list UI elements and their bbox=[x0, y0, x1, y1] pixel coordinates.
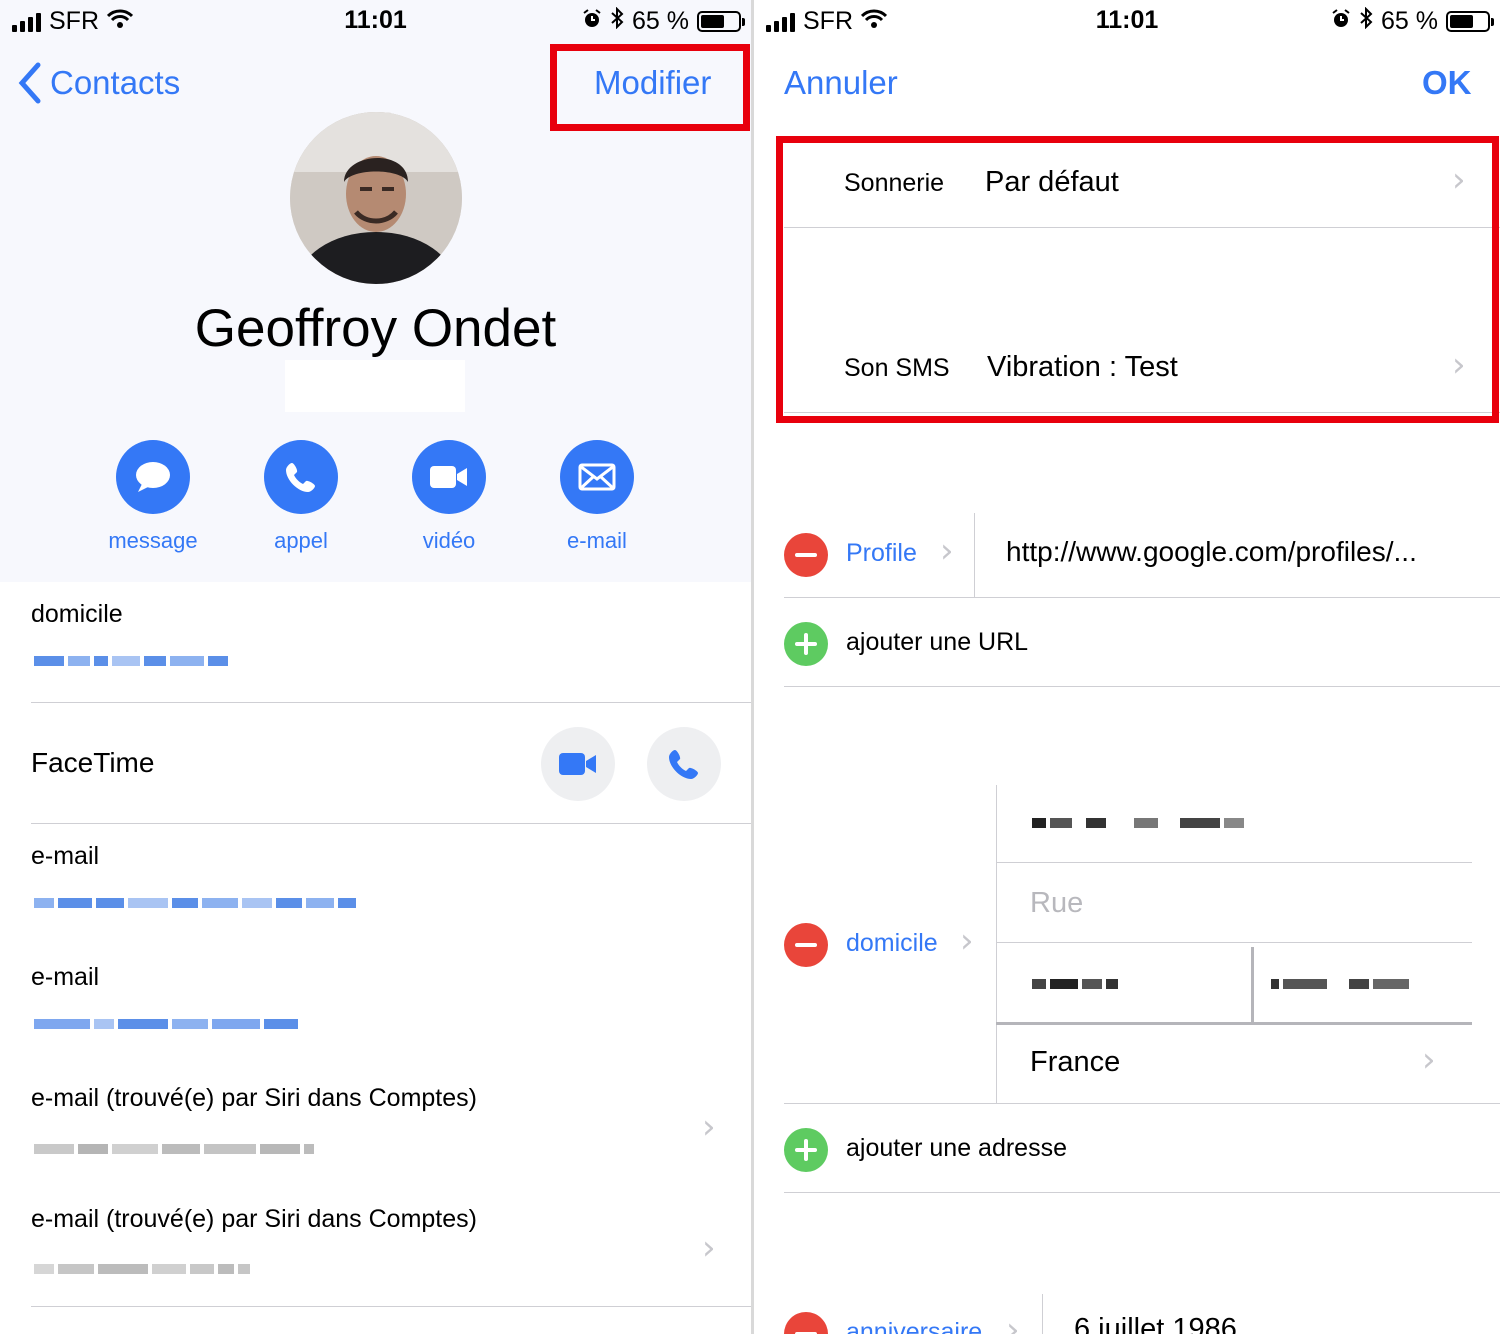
video-label: vidéo bbox=[422, 528, 476, 553]
home-phone-redacted[interactable] bbox=[34, 650, 228, 672]
phone-icon bbox=[286, 463, 315, 492]
add-address-button[interactable] bbox=[784, 1128, 828, 1172]
delete-birthday-button[interactable] bbox=[784, 1312, 828, 1334]
alarm-icon bbox=[1331, 7, 1351, 36]
email-value-redacted[interactable] bbox=[34, 1013, 298, 1035]
url-field[interactable]: http://www.google.com/profiles/... bbox=[1006, 536, 1417, 568]
address-line-redacted[interactable] bbox=[1032, 812, 1244, 834]
chevron-right-icon[interactable]: › bbox=[702, 1107, 716, 1147]
contact-name: Geoffroy Ondet bbox=[194, 299, 557, 358]
chevron-left-icon bbox=[18, 62, 41, 104]
chevron-right-icon[interactable]: › bbox=[702, 1228, 716, 1268]
separator bbox=[974, 513, 975, 597]
back-label: Contacts bbox=[50, 64, 181, 101]
separator bbox=[784, 686, 1500, 687]
url-type-label[interactable]: Profile bbox=[846, 539, 917, 568]
message-icon bbox=[136, 462, 170, 492]
email-label: e-mail bbox=[31, 963, 100, 991]
bluetooth-icon bbox=[1359, 6, 1373, 36]
contact-edit-screen: SFR 11:01 65 % Annuler OK Sonnerie Par d… bbox=[751, 0, 1500, 1334]
siri-email-redacted[interactable] bbox=[34, 1258, 250, 1280]
separator bbox=[996, 1022, 1472, 1025]
chevron-right-icon[interactable]: › bbox=[960, 921, 974, 961]
call-action[interactable]: appel bbox=[236, 440, 366, 554]
email-label: e-mail bbox=[31, 842, 100, 870]
facetime-label: FaceTime bbox=[31, 747, 155, 778]
birthday-type-label[interactable]: anniversaire bbox=[846, 1318, 982, 1334]
contact-detail-screen: SFR 11:01 65 % Contacts Modifier Geoffro… bbox=[0, 0, 751, 1334]
facetime-audio-button[interactable] bbox=[647, 727, 721, 801]
alarm-icon bbox=[582, 7, 602, 36]
country-field[interactable]: France bbox=[1030, 1046, 1120, 1079]
separator bbox=[996, 785, 997, 1103]
postcode-redacted[interactable] bbox=[1032, 973, 1118, 995]
battery-icon bbox=[1446, 11, 1494, 32]
street-field[interactable]: Rue bbox=[1030, 887, 1083, 920]
separator bbox=[784, 1103, 1500, 1104]
separator bbox=[1042, 1294, 1043, 1334]
battery-percent: 65 % bbox=[632, 7, 689, 35]
mail-icon bbox=[578, 463, 616, 491]
message-action[interactable]: message bbox=[88, 440, 218, 554]
separator bbox=[1251, 947, 1254, 1023]
chevron-right-icon[interactable]: › bbox=[1006, 1310, 1020, 1334]
separator bbox=[784, 1192, 1500, 1193]
birthday-field[interactable]: 6 juillet 1986 bbox=[1074, 1313, 1237, 1334]
city-redacted[interactable] bbox=[1271, 973, 1409, 995]
home-label: domicile bbox=[31, 600, 123, 628]
video-icon bbox=[430, 466, 467, 488]
separator bbox=[31, 702, 751, 703]
battery-percent: 65 % bbox=[1381, 7, 1438, 35]
delete-address-button[interactable] bbox=[784, 923, 828, 967]
chevron-right-icon[interactable]: › bbox=[1422, 1040, 1436, 1080]
back-button[interactable]: Contacts bbox=[18, 62, 180, 104]
siri-email-label: e-mail (trouvé(e) par Siri dans Comptes) bbox=[31, 1084, 477, 1112]
add-url-label[interactable]: ajouter une URL bbox=[846, 628, 1028, 657]
email-value-redacted[interactable] bbox=[34, 892, 356, 914]
status-bar: SFR 11:01 65 % bbox=[0, 0, 751, 42]
avatar bbox=[290, 112, 462, 284]
chevron-right-icon[interactable]: › bbox=[940, 531, 954, 571]
facetime-video-button[interactable] bbox=[541, 727, 615, 801]
phone-icon bbox=[669, 750, 698, 779]
mail-label: e-mail bbox=[567, 528, 627, 553]
contact-subtitle-redacted bbox=[285, 360, 465, 412]
cancel-button[interactable]: Annuler bbox=[784, 64, 898, 102]
address-type-label[interactable]: domicile bbox=[846, 929, 938, 958]
separator bbox=[996, 942, 1472, 943]
mail-action[interactable]: e-mail bbox=[532, 440, 662, 554]
siri-email-label: e-mail (trouvé(e) par Siri dans Comptes) bbox=[31, 1205, 477, 1233]
call-label: appel bbox=[274, 528, 328, 553]
highlight-box bbox=[550, 44, 750, 131]
video-icon bbox=[559, 753, 596, 775]
message-label: message bbox=[108, 528, 198, 553]
add-address-label[interactable]: ajouter une adresse bbox=[846, 1134, 1067, 1163]
separator bbox=[784, 597, 1500, 598]
separator bbox=[31, 823, 751, 824]
video-action[interactable]: vidéo bbox=[384, 440, 514, 554]
separator bbox=[996, 862, 1472, 863]
separator bbox=[31, 1306, 751, 1307]
status-bar: SFR 11:01 65 % bbox=[754, 0, 1500, 42]
bluetooth-icon bbox=[610, 6, 624, 36]
add-url-button[interactable] bbox=[784, 622, 828, 666]
delete-url-button[interactable] bbox=[784, 533, 828, 577]
siri-email-redacted[interactable] bbox=[34, 1138, 314, 1160]
highlight-box bbox=[776, 136, 1499, 423]
battery-icon bbox=[697, 11, 745, 32]
ok-button[interactable]: OK bbox=[1422, 64, 1472, 102]
